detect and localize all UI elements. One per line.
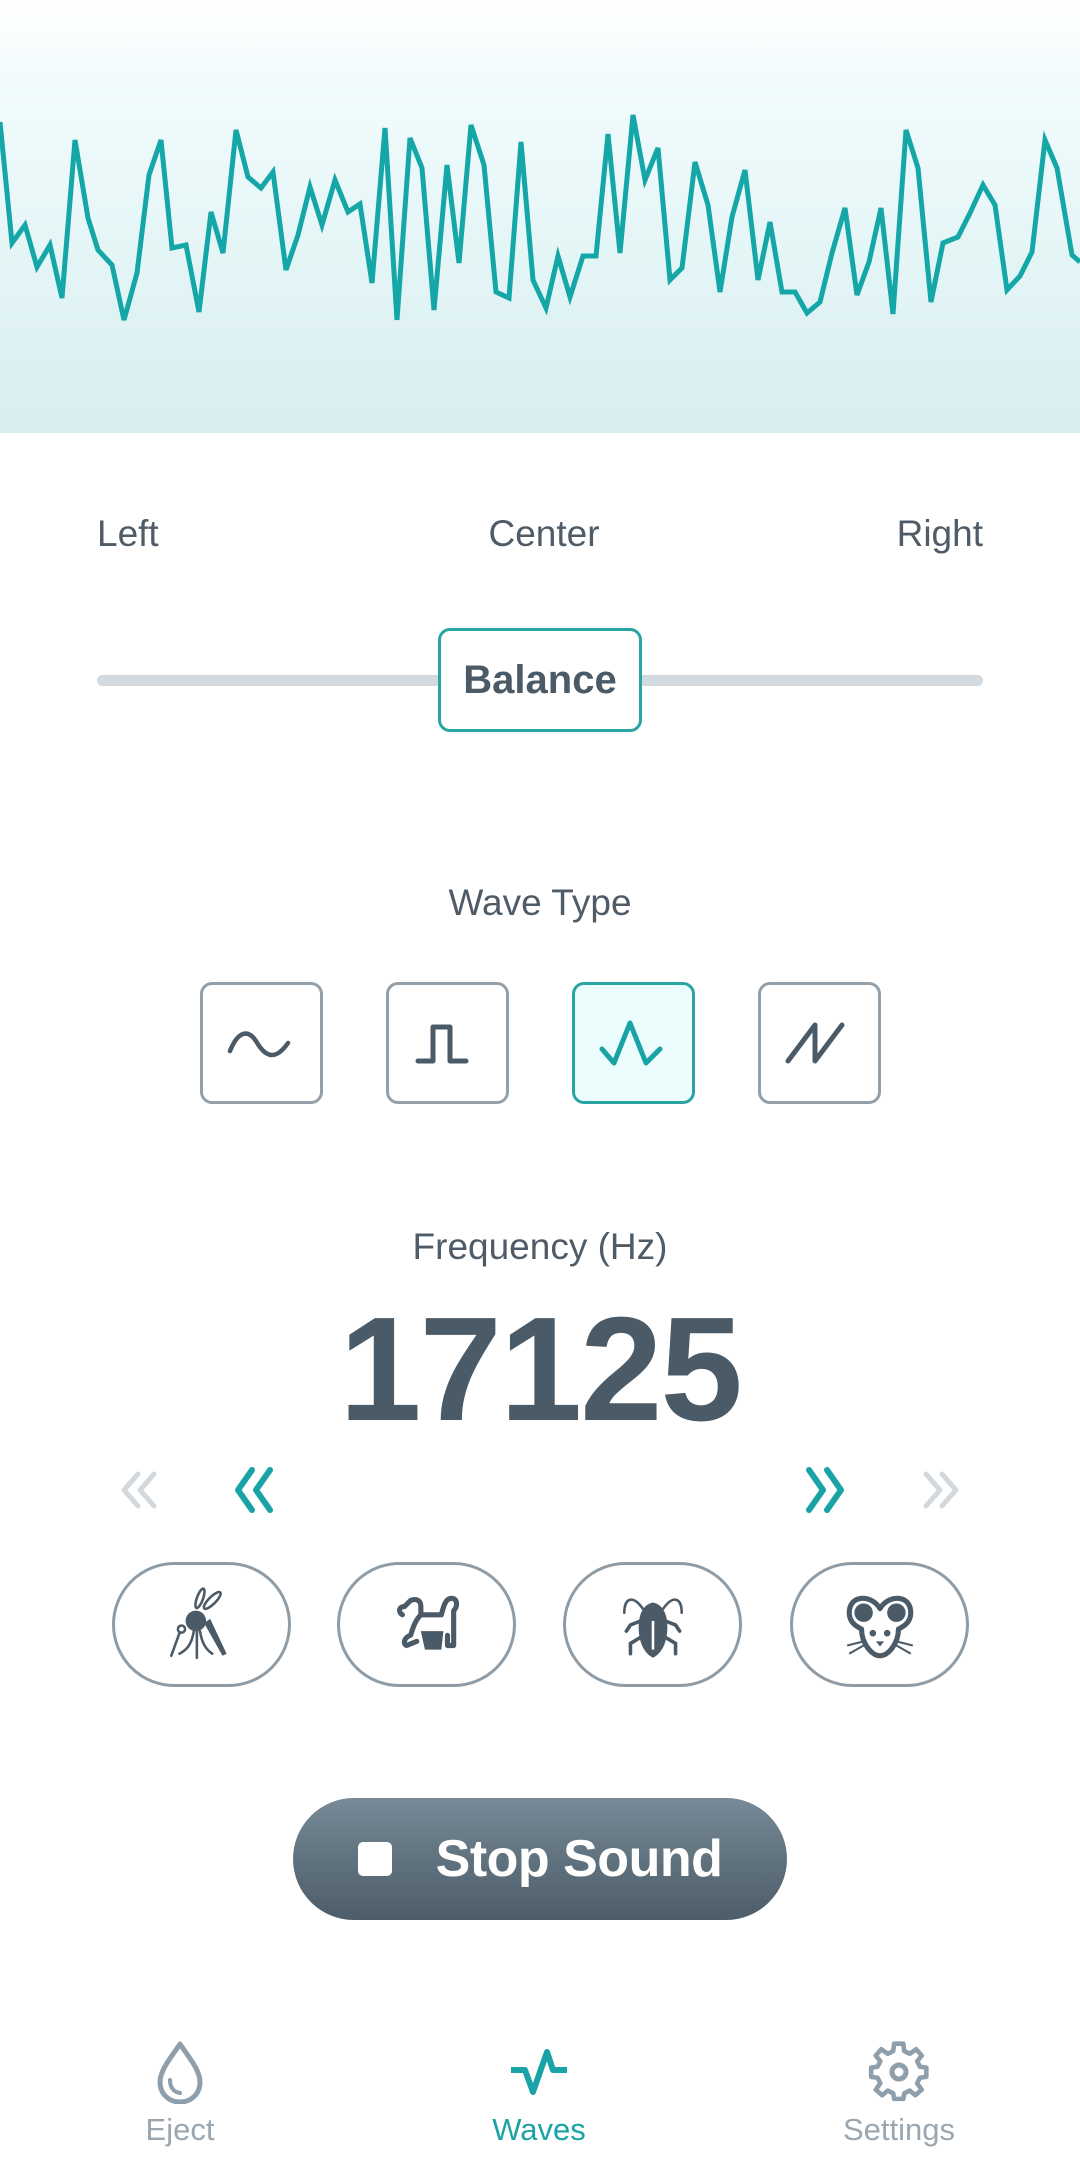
square-wave-icon — [415, 1024, 468, 1064]
wave-type-sawtooth-button[interactable] — [758, 982, 881, 1104]
sawtooth-wave-icon — [785, 1022, 844, 1064]
double-chevron-left-icon — [121, 1471, 157, 1509]
sine-wave-icon — [227, 1031, 290, 1058]
preset-mosquito-button[interactable] — [112, 1562, 291, 1687]
mosquito-icon — [169, 1586, 227, 1659]
frequency-value: 17125 — [339, 1287, 743, 1452]
tab-settings-label: Settings — [842, 2112, 955, 2147]
waveform-display — [0, 0, 1080, 433]
tab-eject[interactable]: Eject — [60, 2040, 300, 2150]
double-chevron-right-icon — [806, 1467, 844, 1513]
balance-thumb-label: Balance — [463, 657, 617, 702]
double-chevron-left-icon — [235, 1467, 273, 1513]
wave-type-sine-button[interactable] — [200, 982, 323, 1104]
frequency-title: Frequency (Hz) — [412, 1226, 668, 1267]
preset-dog-button[interactable] — [337, 1562, 516, 1687]
frequency-decrease-large-button[interactable] — [112, 1462, 168, 1518]
triangle-wave-icon — [599, 1020, 662, 1066]
stop-sound-button[interactable]: Stop Sound — [293, 1798, 787, 1920]
preset-mouse-button[interactable] — [790, 1562, 969, 1687]
frequency-increase-large-button[interactable] — [912, 1462, 968, 1518]
balance-slider-thumb[interactable]: Balance — [438, 628, 642, 732]
waveform-graph — [0, 114, 1080, 321]
mouse-icon — [846, 1595, 913, 1658]
tab-waves[interactable]: Waves — [419, 2040, 659, 2150]
wave-type-triangle-button[interactable] — [572, 982, 695, 1104]
water-drop-icon — [157, 2041, 203, 2104]
frequency-increase-button[interactable] — [797, 1462, 853, 1518]
tab-settings[interactable]: Settings — [779, 2040, 1019, 2150]
tab-eject-label: Eject — [145, 2112, 215, 2147]
stop-sound-label: Stop Sound — [435, 1830, 723, 1888]
wave-type-title: Wave Type — [448, 882, 632, 923]
frequency-decrease-button[interactable] — [226, 1462, 282, 1518]
wave-type-square-button[interactable] — [386, 982, 509, 1104]
double-chevron-right-icon — [923, 1471, 959, 1509]
waveform-line — [0, 114, 1080, 321]
preset-cockroach-button[interactable] — [563, 1562, 742, 1687]
tab-waves-label: Waves — [492, 2112, 586, 2147]
pulse-wave-icon — [511, 2049, 567, 2095]
gear-icon — [868, 2041, 929, 2102]
cockroach-icon — [622, 1598, 683, 1658]
balance-right-label: Right — [896, 513, 983, 554]
dog-icon — [396, 1595, 459, 1650]
stop-icon — [357, 1842, 392, 1876]
